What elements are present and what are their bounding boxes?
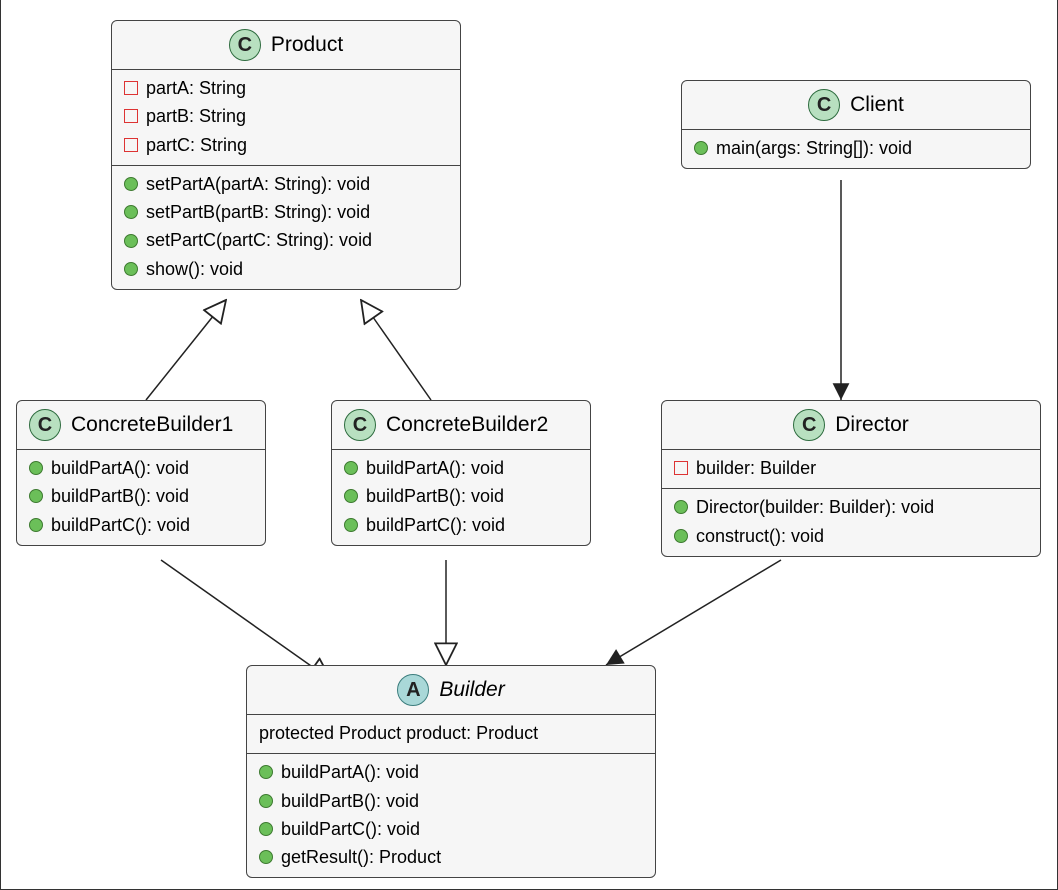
visibility-public-icon xyxy=(29,518,43,532)
method: setPartB(partB: String): void xyxy=(146,200,370,224)
visibility-private-icon xyxy=(124,109,138,123)
class-stereotype-icon: C xyxy=(793,409,825,441)
attribute: protected Product product: Product xyxy=(259,721,538,745)
class-builder: A Builder protected Product product: Pro… xyxy=(246,665,656,878)
uml-diagram: C Product partA: String partB: String pa… xyxy=(0,0,1058,890)
method: buildPartA(): void xyxy=(51,456,189,480)
methods-section: buildPartA(): void buildPartB(): void bu… xyxy=(247,754,655,877)
class-product: C Product partA: String partB: String pa… xyxy=(111,20,461,290)
method: buildPartB(): void xyxy=(281,789,419,813)
methods-section: Director(builder: Builder): void constru… xyxy=(662,489,1040,556)
method: buildPartC(): void xyxy=(366,513,505,537)
visibility-public-icon xyxy=(344,489,358,503)
visibility-public-icon xyxy=(259,850,273,864)
class-title: A Builder xyxy=(247,666,655,715)
method: setPartC(partC: String): void xyxy=(146,228,372,252)
method: buildPartC(): void xyxy=(281,817,420,841)
class-stereotype-icon: C xyxy=(29,409,61,441)
method: show(): void xyxy=(146,257,243,281)
methods-section: buildPartA(): void buildPartB(): void bu… xyxy=(17,450,265,545)
rel-cb2-product xyxy=(361,300,431,400)
visibility-public-icon xyxy=(674,529,688,543)
visibility-public-icon xyxy=(124,234,138,248)
visibility-public-icon xyxy=(259,794,273,808)
method: buildPartC(): void xyxy=(51,513,190,537)
visibility-private-icon xyxy=(124,81,138,95)
visibility-public-icon xyxy=(124,205,138,219)
methods-section: main(args: String[]): void xyxy=(682,130,1030,168)
class-title: C Product xyxy=(112,21,460,70)
attributes-section: builder: Builder xyxy=(662,450,1040,489)
class-name: Product xyxy=(271,33,343,57)
method: buildPartB(): void xyxy=(366,484,504,508)
class-stereotype-icon: C xyxy=(808,89,840,121)
method: buildPartA(): void xyxy=(366,456,504,480)
class-title: C ConcreteBuilder1 xyxy=(17,401,265,450)
class-title: C Client xyxy=(682,81,1030,130)
class-name: Director xyxy=(835,413,909,437)
class-director: C Director builder: Builder Director(bui… xyxy=(661,400,1041,557)
visibility-public-icon xyxy=(124,177,138,191)
class-name: Client xyxy=(850,93,904,117)
class-title: C Director xyxy=(662,401,1040,450)
visibility-private-icon xyxy=(124,138,138,152)
visibility-public-icon xyxy=(259,822,273,836)
rel-director-builder xyxy=(606,560,781,665)
class-name: ConcreteBuilder2 xyxy=(386,413,548,437)
class-stereotype-icon: A xyxy=(397,674,429,706)
method: construct(): void xyxy=(696,524,824,548)
rel-cb1-builder xyxy=(161,560,331,680)
method: buildPartA(): void xyxy=(281,760,419,784)
visibility-public-icon xyxy=(344,518,358,532)
class-stereotype-icon: C xyxy=(229,29,261,61)
visibility-public-icon xyxy=(694,141,708,155)
visibility-public-icon xyxy=(29,461,43,475)
visibility-public-icon xyxy=(674,500,688,514)
visibility-public-icon xyxy=(344,461,358,475)
method: main(args: String[]): void xyxy=(716,136,912,160)
class-name: ConcreteBuilder1 xyxy=(71,413,233,437)
method: getResult(): Product xyxy=(281,845,441,869)
attribute: partB: String xyxy=(146,104,246,128)
attributes-section: partA: String partB: String partC: Strin… xyxy=(112,70,460,166)
class-name: Builder xyxy=(439,678,504,702)
visibility-private-icon xyxy=(674,461,688,475)
attribute: builder: Builder xyxy=(696,456,816,480)
class-concretebuilder2: C ConcreteBuilder2 buildPartA(): void bu… xyxy=(331,400,591,546)
method: buildPartB(): void xyxy=(51,484,189,508)
class-concretebuilder1: C ConcreteBuilder1 buildPartA(): void bu… xyxy=(16,400,266,546)
visibility-public-icon xyxy=(259,765,273,779)
attribute: partA: String xyxy=(146,76,246,100)
class-client: C Client main(args: String[]): void xyxy=(681,80,1031,169)
rel-cb1-product xyxy=(146,300,226,400)
attribute: partC: String xyxy=(146,133,247,157)
methods-section: setPartA(partA: String): void setPartB(p… xyxy=(112,166,460,289)
class-stereotype-icon: C xyxy=(344,409,376,441)
visibility-public-icon xyxy=(29,489,43,503)
class-title: C ConcreteBuilder2 xyxy=(332,401,590,450)
methods-section: buildPartA(): void buildPartB(): void bu… xyxy=(332,450,590,545)
attributes-section: protected Product product: Product xyxy=(247,715,655,754)
visibility-public-icon xyxy=(124,262,138,276)
method: setPartA(partA: String): void xyxy=(146,172,370,196)
method: Director(builder: Builder): void xyxy=(696,495,934,519)
